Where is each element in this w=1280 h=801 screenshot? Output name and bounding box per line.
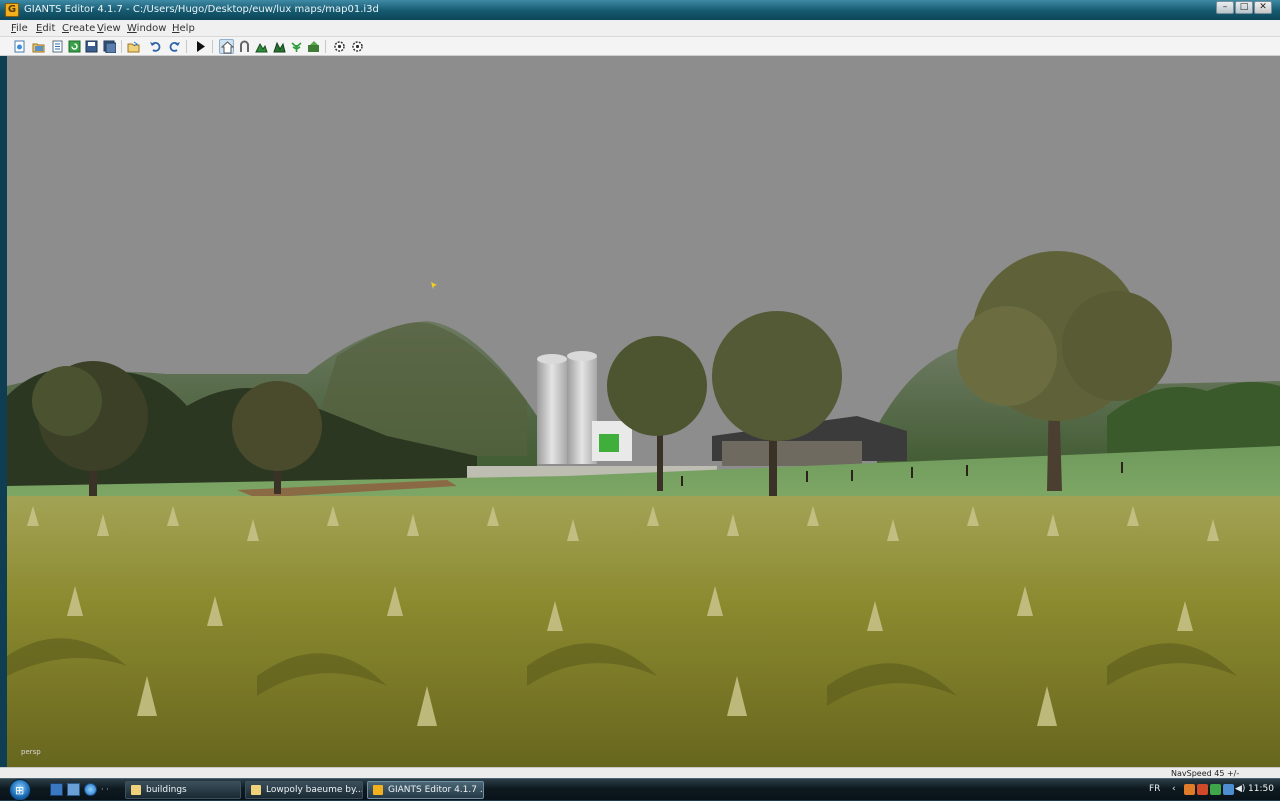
menu-bar: File Edit Create View Window Help bbox=[0, 20, 1280, 37]
folder-icon bbox=[251, 785, 261, 795]
window-title: GIANTS Editor 4.1.7 - C:/Users/Hugo/Desk… bbox=[24, 4, 379, 15]
select-mode-icon[interactable] bbox=[219, 39, 234, 54]
toolbar-separator bbox=[325, 40, 326, 53]
foliage-paint-icon[interactable] bbox=[289, 39, 304, 54]
task-label: Lowpoly baeume by... bbox=[266, 785, 363, 795]
status-bar: NavSpeed 45 +/- bbox=[0, 767, 1280, 778]
menu-help[interactable]: Help bbox=[172, 22, 195, 35]
toolbar-separator bbox=[186, 40, 187, 53]
properties-icon[interactable] bbox=[50, 39, 65, 54]
decal-paint-icon[interactable] bbox=[306, 39, 321, 54]
close-button[interactable]: ✕ bbox=[1254, 1, 1272, 14]
barn bbox=[722, 441, 862, 466]
language-indicator[interactable]: FR bbox=[1149, 784, 1160, 794]
toolbar bbox=[0, 37, 1280, 56]
settings-gear-icon[interactable] bbox=[332, 39, 347, 54]
tray-app-2-icon[interactable] bbox=[1197, 784, 1208, 795]
menu-edit[interactable]: Edit bbox=[36, 22, 55, 35]
minimize-button[interactable]: – bbox=[1216, 1, 1234, 14]
windows-logo-icon: ⊞ bbox=[15, 784, 25, 797]
task-lowpoly-baeume[interactable]: Lowpoly baeume by... bbox=[245, 781, 363, 799]
task-giants-editor[interactable]: GIANTS Editor 4.1.7 ... bbox=[367, 781, 484, 799]
editor-window: G GIANTS Editor 4.1.7 - C:/Users/Hugo/De… bbox=[0, 0, 1280, 778]
new-file-icon[interactable] bbox=[12, 39, 27, 54]
move-mode-icon[interactable] bbox=[237, 39, 252, 54]
menu-view[interactable]: View bbox=[97, 22, 121, 35]
tray-app-3-icon[interactable] bbox=[1210, 784, 1221, 795]
nav-speed-readout: NavSpeed 45 +/- bbox=[1171, 769, 1240, 778]
giants-app-icon bbox=[373, 785, 383, 795]
toolbar-separator bbox=[121, 40, 122, 53]
redo-icon[interactable] bbox=[167, 39, 182, 54]
taskbar: ⊞ · · buildings Lowpoly baeume by... GIA… bbox=[0, 778, 1280, 801]
undo-icon[interactable] bbox=[148, 39, 163, 54]
volume-icon[interactable]: ◀) bbox=[1235, 784, 1246, 795]
play-icon[interactable] bbox=[193, 39, 208, 54]
menu-file[interactable]: File bbox=[11, 22, 28, 35]
silo-1 bbox=[537, 359, 567, 464]
internet-explorer-icon[interactable] bbox=[84, 783, 97, 796]
start-button[interactable]: ⊞ bbox=[9, 779, 31, 801]
task-label: buildings bbox=[146, 785, 187, 795]
app-icon-letter: G bbox=[7, 4, 17, 15]
show-desktop-icon[interactable] bbox=[50, 783, 63, 796]
save-icon[interactable] bbox=[84, 39, 99, 54]
network-icon[interactable] bbox=[1223, 784, 1234, 795]
title-bar[interactable]: G GIANTS Editor 4.1.7 - C:/Users/Hugo/De… bbox=[0, 0, 1280, 20]
quick-launch-more-icon[interactable]: · · bbox=[101, 783, 113, 796]
terrain-sculpt-icon[interactable] bbox=[254, 39, 269, 54]
menu-window[interactable]: Window bbox=[127, 22, 166, 35]
maximize-button[interactable]: □ bbox=[1235, 1, 1253, 14]
tray-app-icon[interactable] bbox=[1184, 784, 1195, 795]
3d-viewport[interactable]: persp bbox=[7, 56, 1280, 767]
menu-create[interactable]: Create bbox=[62, 22, 95, 35]
open-file-icon[interactable] bbox=[31, 39, 46, 54]
folder-icon bbox=[131, 785, 141, 795]
tray-expand-icon[interactable]: ‹ bbox=[1172, 784, 1183, 795]
open-folder-icon[interactable] bbox=[126, 39, 141, 54]
scene-render bbox=[7, 56, 1280, 767]
camera-label: persp bbox=[21, 748, 41, 756]
refresh-icon[interactable] bbox=[67, 39, 82, 54]
save-all-icon[interactable] bbox=[102, 39, 117, 54]
task-label: GIANTS Editor 4.1.7 ... bbox=[388, 785, 484, 795]
switch-windows-icon[interactable] bbox=[67, 783, 80, 796]
task-buildings[interactable]: buildings bbox=[125, 781, 241, 799]
toolbar-separator bbox=[212, 40, 213, 53]
corn-field bbox=[7, 496, 1280, 767]
clock[interactable]: 11:50 bbox=[1248, 784, 1274, 794]
giants-app-icon[interactable]: G bbox=[5, 3, 19, 17]
terrain-paint-icon[interactable] bbox=[272, 39, 287, 54]
settings-gear-2-icon[interactable] bbox=[350, 39, 365, 54]
